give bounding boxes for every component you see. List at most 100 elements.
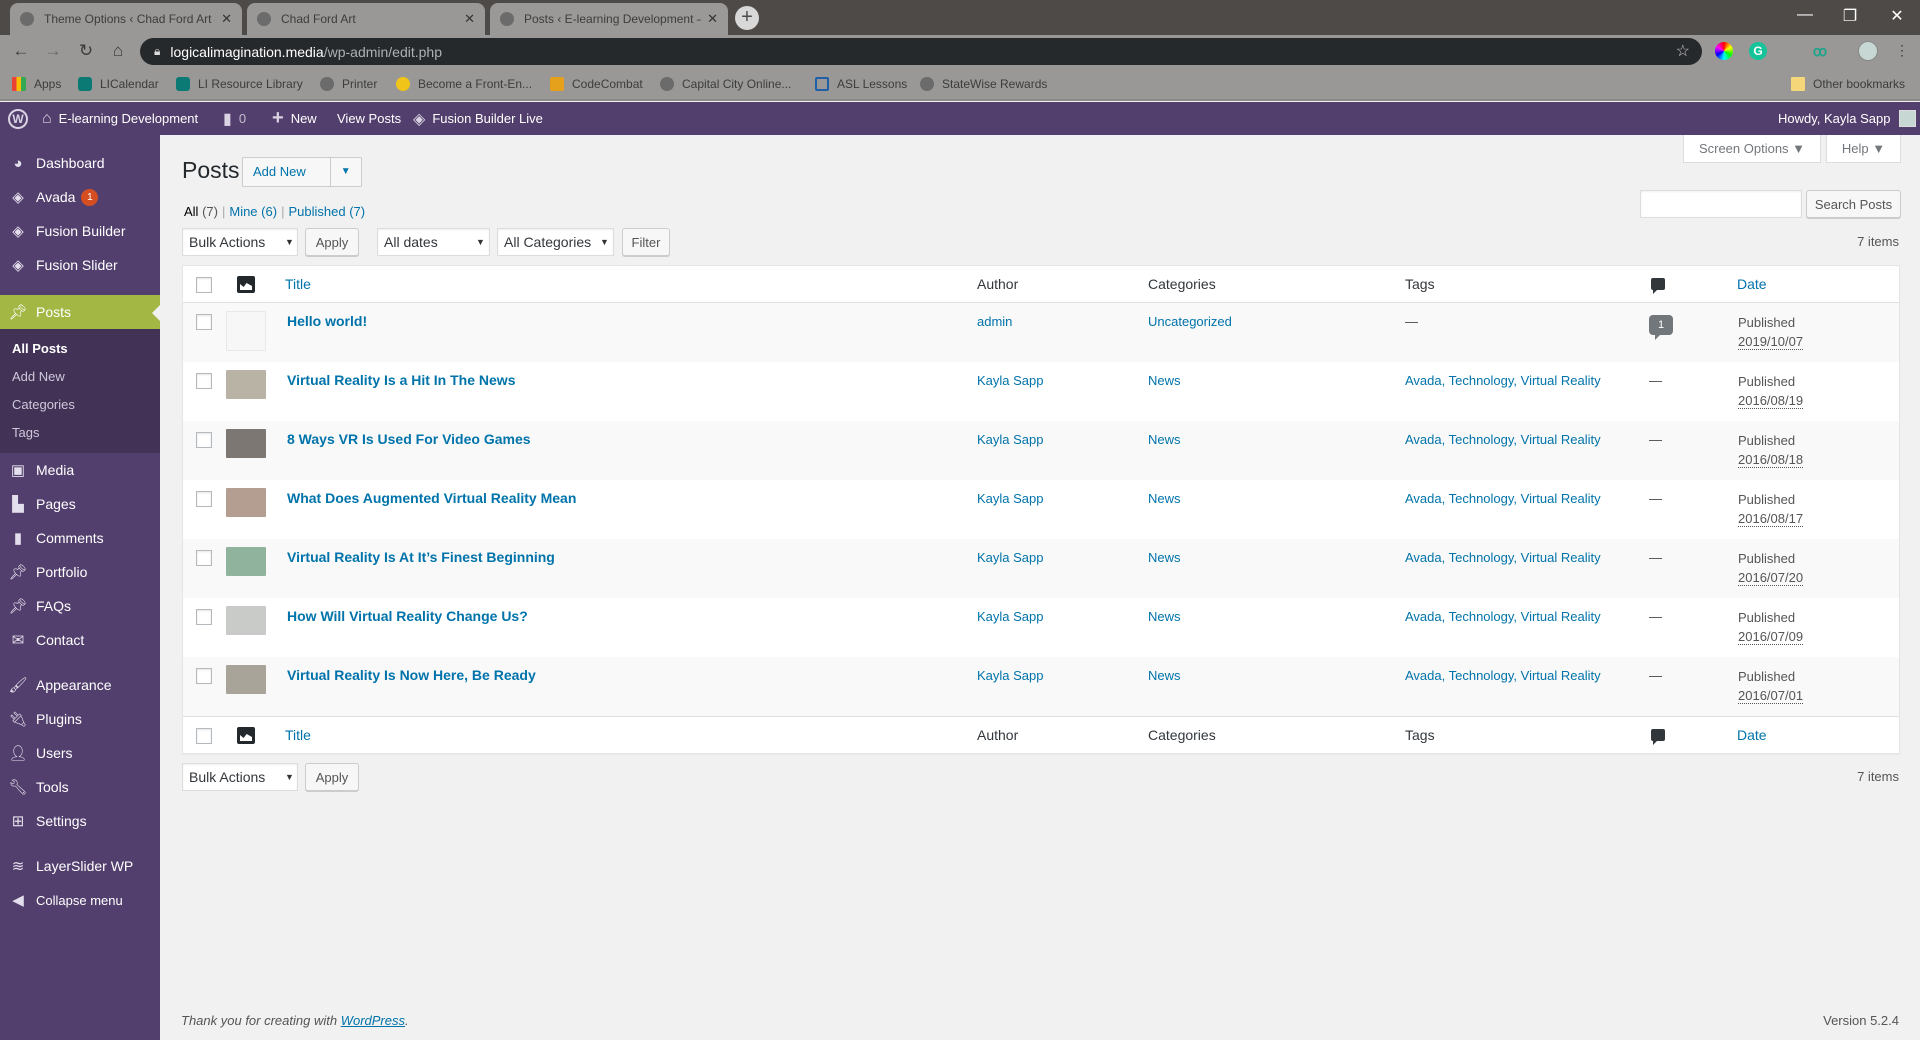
sidebar-item-portfolio[interactable]: 📌︎ Portfolio <box>0 555 160 589</box>
post-category-link[interactable]: News <box>1148 668 1181 683</box>
bookmark-li-resource-library[interactable]: LI Resource Library <box>176 77 303 91</box>
filter-button[interactable]: Filter <box>622 228 670 256</box>
sidebar-item-settings[interactable]: ⊞ Settings <box>0 804 160 838</box>
post-author-link[interactable]: admin <box>977 314 1012 329</box>
close-tab-icon[interactable]: ✕ <box>464 11 475 27</box>
submenu-add-new[interactable]: Add New <box>12 369 65 384</box>
restore-icon[interactable]: ❐ <box>1830 6 1870 26</box>
post-author-link[interactable]: Kayla Sapp <box>977 550 1044 565</box>
post-title-link[interactable]: 8 Ways VR Is Used For Video Games <box>287 431 531 447</box>
browser-menu-icon[interactable]: ⋮ <box>1891 42 1913 59</box>
post-tags[interactable]: Avada, Technology, Virtual Reality <box>1405 432 1601 447</box>
color-picker-extension-icon[interactable] <box>1715 42 1733 60</box>
submenu-all-posts[interactable]: All Posts <box>12 341 68 356</box>
add-new-dropdown-icon[interactable]: ▼ <box>331 158 361 186</box>
bulk-actions-select-top[interactable]: Bulk Actions <box>182 228 298 256</box>
close-tab-icon[interactable]: ✕ <box>707 11 718 27</box>
column-date-sort[interactable]: Date <box>1737 276 1767 292</box>
new-content-link[interactable]: + New <box>272 102 317 135</box>
bookmark-other[interactable]: Other bookmarks <box>1791 77 1905 91</box>
new-tab-button[interactable]: + <box>735 6 759 30</box>
bookmark-licalendar[interactable]: LICalendar <box>78 77 159 91</box>
wp-logo-button[interactable]: W <box>8 102 35 135</box>
bookmark-asl-lessons[interactable]: ASL Lessons <box>815 77 907 91</box>
post-category-link[interactable]: News <box>1148 609 1181 624</box>
forward-icon[interactable]: → <box>42 41 64 61</box>
post-category-link[interactable]: Uncategorized <box>1148 314 1232 329</box>
post-thumbnail[interactable] <box>226 370 266 399</box>
post-author-link[interactable]: Kayla Sapp <box>977 491 1044 506</box>
comments-link[interactable]: ▮ 0 <box>223 102 246 135</box>
row-checkbox[interactable] <box>196 491 212 507</box>
comments-column-icon[interactable] <box>1651 278 1665 294</box>
post-tags[interactable]: Avada, Technology, Virtual Reality <box>1405 550 1601 565</box>
post-author-link[interactable]: Kayla Sapp <box>977 373 1044 388</box>
bookmark-apps[interactable]: Apps <box>12 77 61 91</box>
collapse-menu-button[interactable]: ◀ Collapse menu <box>0 883 160 917</box>
fusion-builder-live-link[interactable]: ◈ Fusion Builder Live <box>413 102 543 135</box>
apply-button-bottom[interactable]: Apply <box>305 763 359 791</box>
post-tags[interactable]: Avada, Technology, Virtual Reality <box>1405 373 1601 388</box>
post-thumbnail[interactable] <box>226 488 266 517</box>
post-author-link[interactable]: Kayla Sapp <box>977 609 1044 624</box>
post-title-link[interactable]: How Will Virtual Reality Change Us? <box>287 608 528 624</box>
sidebar-item-layerslider[interactable]: ≋ LayerSlider WP <box>0 849 160 883</box>
bookmark-star-icon[interactable]: ☆ <box>1676 41 1690 61</box>
view-posts-link[interactable]: View Posts <box>337 102 401 135</box>
post-thumbnail[interactable] <box>226 429 266 458</box>
post-title-link[interactable]: Virtual Reality Is a Hit In The News <box>287 372 515 388</box>
help-button[interactable]: Help ▼ <box>1826 135 1901 163</box>
profile-avatar[interactable] <box>1858 41 1878 61</box>
sidebar-item-faqs[interactable]: 📌︎ FAQs <box>0 589 160 623</box>
select-all-checkbox-bottom[interactable] <box>196 728 212 744</box>
view-published[interactable]: Published (7) <box>288 204 365 219</box>
search-posts-input[interactable] <box>1640 190 1802 218</box>
close-window-icon[interactable]: ✕ <box>1877 6 1917 26</box>
column-date-sort[interactable]: Date <box>1737 727 1767 743</box>
sidebar-item-media[interactable]: ▣ Media <box>0 453 160 487</box>
bookmark-codecombat[interactable]: CodeCombat <box>550 77 643 91</box>
sidebar-item-posts[interactable]: 📌︎ Posts <box>0 295 160 329</box>
row-checkbox[interactable] <box>196 432 212 448</box>
browser-tab-theme-options[interactable]: Theme Options ‹ Chad Ford Art – ✕ <box>10 3 242 35</box>
my-account-link[interactable]: Howdy, Kayla Sapp <box>1778 102 1916 135</box>
site-name-link[interactable]: ⌂ E-learning Development <box>42 102 198 135</box>
apply-button-top[interactable]: Apply <box>305 228 359 256</box>
bulk-actions-select-bottom[interactable]: Bulk Actions <box>182 763 298 791</box>
comment-count-badge[interactable]: 1 <box>1649 315 1673 340</box>
post-category-link[interactable]: News <box>1148 550 1181 565</box>
post-thumbnail[interactable] <box>226 665 266 694</box>
submenu-tags[interactable]: Tags <box>12 425 39 440</box>
comments-column-icon[interactable] <box>1651 729 1665 745</box>
browser-tab-posts[interactable]: Posts ‹ E-learning Development – ✕ <box>490 3 728 35</box>
view-mine[interactable]: Mine (6) <box>229 204 277 219</box>
wordpress-link[interactable]: WordPress <box>341 1013 405 1028</box>
sidebar-item-fusion-builder[interactable]: ◈ Fusion Builder <box>0 214 160 248</box>
select-all-checkbox[interactable] <box>196 277 212 293</box>
bookmark-statewise[interactable]: StateWise Rewards <box>920 77 1047 91</box>
extension-icon[interactable]: ꝏ <box>1811 42 1829 60</box>
row-checkbox[interactable] <box>196 373 212 389</box>
add-new-button[interactable]: Add New <box>243 158 331 186</box>
column-title-sort[interactable]: Title <box>285 276 311 292</box>
sidebar-item-dashboard[interactable]: ◕ Dashboard <box>0 146 160 180</box>
address-bar[interactable]: 🔒︎ logicalimagination.media/wp-admin/edi… <box>140 38 1702 65</box>
post-category-link[interactable]: News <box>1148 432 1181 447</box>
submenu-categories[interactable]: Categories <box>12 397 75 412</box>
post-title-link[interactable]: Virtual Reality Is Now Here, Be Ready <box>287 667 536 683</box>
post-tags[interactable]: Avada, Technology, Virtual Reality <box>1405 609 1601 624</box>
home-icon[interactable]: ⌂ <box>107 41 129 61</box>
bookmark-front-end[interactable]: Become a Front-En... <box>396 77 532 91</box>
category-filter-select[interactable]: All Categories <box>497 228 614 256</box>
sidebar-item-comments[interactable]: ▮ Comments <box>0 521 160 555</box>
minimize-icon[interactable]: — <box>1785 6 1825 24</box>
post-category-link[interactable]: News <box>1148 491 1181 506</box>
sidebar-item-avada[interactable]: ◈ Avada 1 <box>0 180 160 214</box>
screen-options-button[interactable]: Screen Options ▼ <box>1683 135 1821 163</box>
bookmark-capital-city[interactable]: Capital City Online... <box>660 77 791 91</box>
post-tags[interactable]: Avada, Technology, Virtual Reality <box>1405 491 1601 506</box>
post-author-link[interactable]: Kayla Sapp <box>977 432 1044 447</box>
close-tab-icon[interactable]: ✕ <box>221 11 232 27</box>
row-checkbox[interactable] <box>196 668 212 684</box>
sidebar-item-tools[interactable]: 🔧︎ Tools <box>0 770 160 804</box>
